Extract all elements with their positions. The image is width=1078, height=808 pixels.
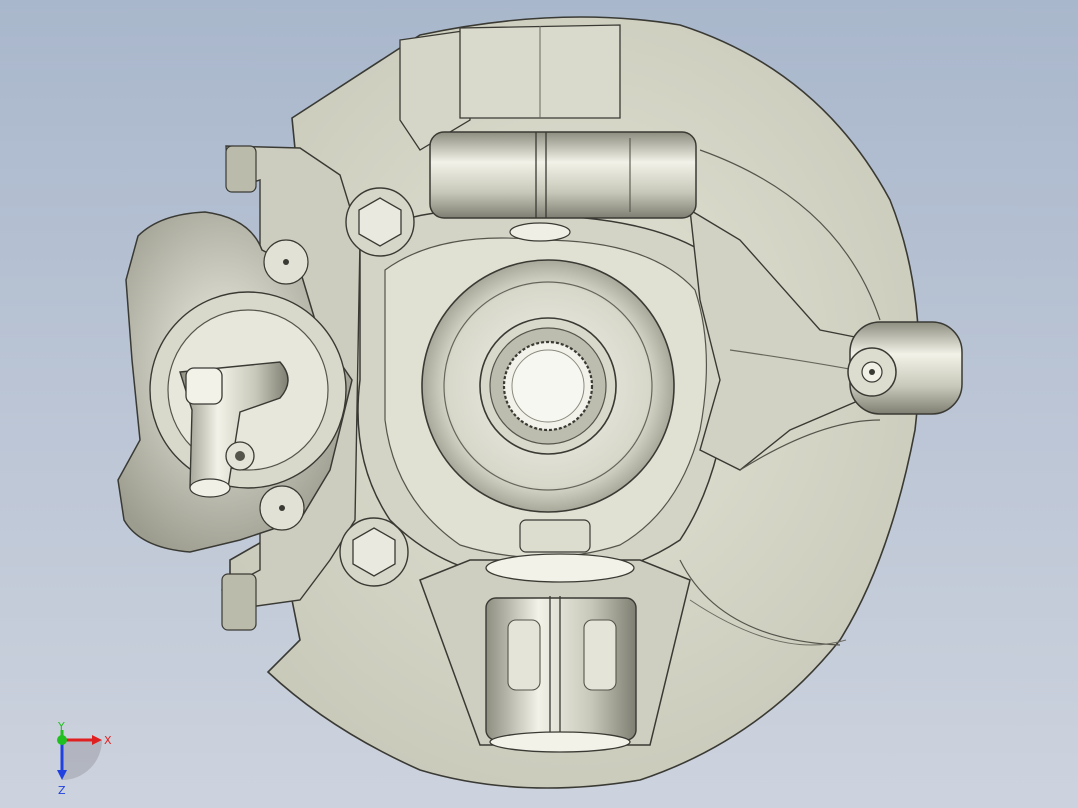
mounting-bolt-lower[interactable] <box>339 517 409 587</box>
triad-shadow <box>62 740 102 780</box>
orientation-triad[interactable]: X Y Z <box>40 720 130 802</box>
mounting-bolt-upper[interactable] <box>345 187 415 257</box>
ball-joint-bracket[interactable] <box>847 321 963 415</box>
x-axis-label: X <box>104 734 112 747</box>
cad-viewport[interactable]: X Y Z <box>0 0 1078 808</box>
y-axis-dot <box>57 735 67 745</box>
wheel-hub[interactable] <box>421 259 675 513</box>
cad-model-view[interactable] <box>0 0 1078 808</box>
y-axis-label: Y <box>57 722 65 733</box>
z-axis-label: Z <box>58 784 66 797</box>
